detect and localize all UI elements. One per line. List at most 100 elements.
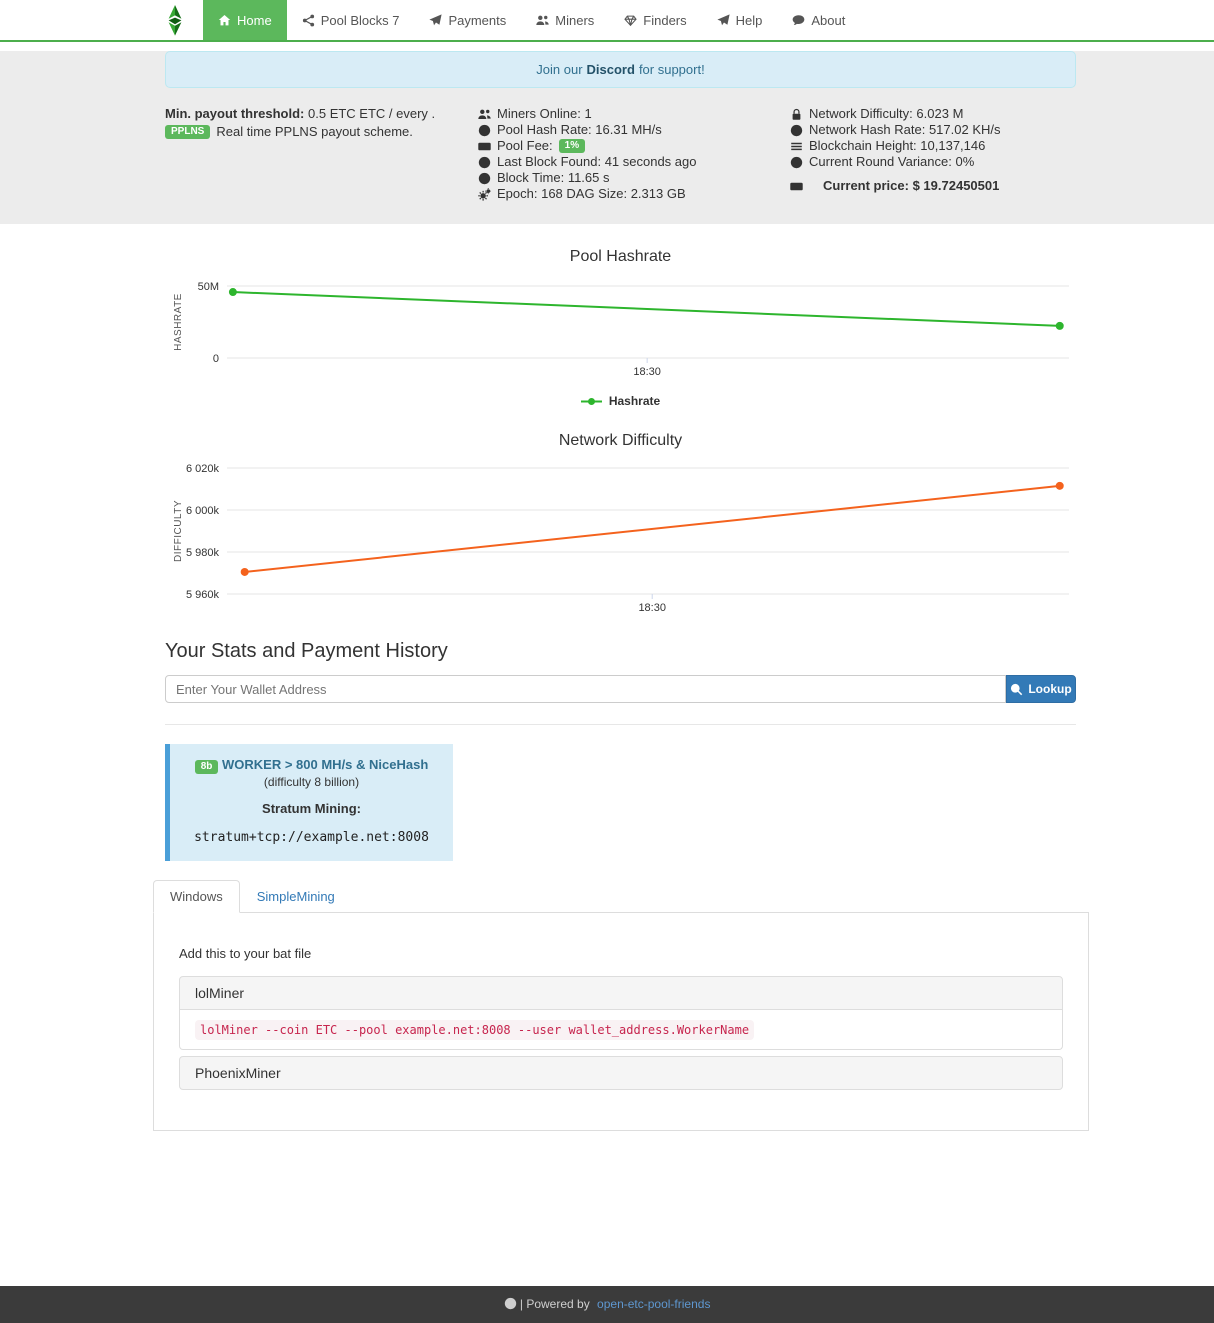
payments-icon (429, 14, 442, 27)
svg-text:18:30: 18:30 (633, 366, 661, 378)
svg-text:6 020k: 6 020k (186, 463, 220, 475)
network-difficulty-plot: 6 020k 6 000k 5 980k 5 960k 18:30 DIFFICULTY (165, 452, 1076, 624)
navbar: Home Pool Blocks 7 Payments Miners Finde… (0, 0, 1214, 42)
lolminer-command: lolMiner --coin ETC --pool example.net:8… (195, 1020, 754, 1040)
bat-file-intro: Add this to your bat file (179, 946, 1063, 961)
stat-round-variance: Current Round Variance: 0% (790, 154, 1076, 170)
tab-bar: Windows SimpleMining (153, 880, 1089, 913)
users-icon (478, 108, 491, 121)
nav-label: Pool Blocks 7 (321, 13, 400, 28)
nav-label: About (811, 13, 845, 28)
footer-text: | Powered by (520, 1297, 590, 1311)
banknote-icon (790, 180, 803, 193)
stats-section: Join our Discord for support! Min. payout … (0, 51, 1214, 224)
tab-windows[interactable]: Windows (153, 880, 240, 913)
payout-info-column: Min. payout threshold: 0.5 ETC ETC / eve… (165, 106, 478, 202)
stratum-section-label: Stratum Mining: (178, 801, 445, 816)
gauge-icon (478, 124, 491, 137)
stratum-url: stratum+tcp://example.net:8008 (178, 830, 445, 845)
accordion-header-lolminer[interactable]: lolMiner (179, 976, 1063, 1010)
svg-text:5 960k: 5 960k (186, 589, 220, 601)
stat-pool-fee: Pool Fee: 1% (478, 138, 790, 154)
hashrate-legend[interactable]: Hashrate (165, 394, 1076, 408)
miners-icon (536, 14, 549, 27)
banner-text: for support! (639, 62, 705, 77)
blocks-icon (302, 14, 315, 27)
stat-miners-online: Miners Online: 1 (478, 106, 790, 122)
network-stats-column: Network Difficulty: 6.023 M Network Hash… (790, 106, 1076, 202)
copyright-icon (504, 1297, 517, 1310)
bars-icon (790, 140, 803, 153)
cogs-icon (478, 188, 491, 201)
etc-logo-icon (165, 5, 185, 36)
stat-last-block: Last Block Found: 41 seconds ago (478, 154, 790, 170)
svg-text:5 980k: 5 980k (186, 547, 220, 559)
nav-label: Miners (555, 13, 594, 28)
nav-item-payments[interactable]: Payments (414, 0, 521, 40)
nav-item-finders[interactable]: Finders (609, 0, 701, 40)
scheme-text: Real time PPLNS payout scheme. (216, 124, 413, 140)
accordion-body-lolminer: lolMiner --coin ETC --pool example.net:8… (179, 1010, 1063, 1050)
stat-current-price: Current price: $ 19.72450501 (790, 178, 1076, 194)
chart-title: Network Difficulty (165, 432, 1076, 450)
nav-item-pool-blocks[interactable]: Pool Blocks 7 (287, 0, 415, 40)
home-icon (218, 14, 231, 27)
banner-text: Join our (536, 62, 582, 77)
search-icon (1010, 683, 1023, 696)
svg-text:50M: 50M (198, 281, 219, 293)
pool-stats-column: Miners Online: 1 Pool Hash Rate: 16.31 M… (478, 106, 790, 202)
stratum-title: WORKER > 800 MH/s & NiceHash (222, 757, 428, 772)
nav-item-miners[interactable]: Miners (521, 0, 609, 40)
svg-text:DIFFICULTY: DIFFICULTY (173, 500, 184, 562)
nav-label: Payments (448, 13, 506, 28)
threshold-value: 0.5 ETC ETC / every . (308, 106, 435, 121)
lock-icon (790, 108, 803, 121)
stat-blockchain-height: Blockchain Height: 10,137,146 (790, 138, 1076, 154)
miner-config-panel: Windows SimpleMining Add this to your ba… (153, 880, 1089, 1131)
nav-label: Finders (643, 13, 686, 28)
chart-title: Pool Hashrate (165, 248, 1076, 266)
tab-simplemining[interactable]: SimpleMining (240, 880, 352, 913)
about-icon (792, 14, 805, 27)
discord-banner: Join our Discord for support! (165, 51, 1076, 88)
banknote-icon (478, 140, 491, 153)
tab-content: Add this to your bat file lolMiner lolMi… (153, 913, 1089, 1131)
clock-icon (478, 172, 491, 185)
stratum-subtitle: (difficulty 8 billion) (178, 775, 445, 789)
stat-network-difficulty: Network Difficulty: 6.023 M (790, 106, 1076, 122)
stat-pool-hashrate: Pool Hash Rate: 16.31 MH/s (478, 122, 790, 138)
nav-item-home[interactable]: Home (203, 0, 287, 40)
nav-item-help[interactable]: Help (702, 0, 778, 40)
legend-label: Hashrate (609, 394, 660, 408)
finders-icon (624, 14, 637, 27)
clock-icon (478, 156, 491, 169)
main-content: Pool Hashrate 50M 0 18:30 HASHRATE Hashrate… (165, 248, 1076, 861)
clock-icon (790, 156, 803, 169)
help-icon (717, 14, 730, 27)
svg-text:6 000k: 6 000k (186, 505, 220, 517)
wallet-lookup: Lookup (165, 675, 1076, 703)
difficulty-badge: 8b (195, 760, 219, 774)
etc-logo[interactable] (165, 0, 185, 40)
pool-hashrate-plot: 50M 0 18:30 HASHRATE (165, 268, 1076, 390)
nav-label: Help (736, 13, 763, 28)
discord-link[interactable]: Discord (587, 62, 635, 77)
wallet-address-input[interactable] (165, 675, 1006, 703)
network-difficulty-chart: Network Difficulty 6 020k 6 000k 5 980k 5 9… (165, 432, 1076, 624)
footer-link[interactable]: open-etc-pool-friends (597, 1297, 710, 1311)
divider (165, 724, 1076, 725)
stat-block-time: Block Time: 11.65 s (478, 170, 790, 186)
stat-network-hashrate: Network Hash Rate: 517.02 KH/s (790, 122, 1076, 138)
svg-text:HASHRATE: HASHRATE (173, 293, 184, 351)
nav-item-about[interactable]: About (777, 0, 860, 40)
lookup-button[interactable]: Lookup (1006, 675, 1076, 703)
accordion-header-phoenixminer[interactable]: PhoenixMiner (179, 1056, 1063, 1090)
miner-accordion: lolMiner lolMiner --coin ETC --pool exam… (179, 976, 1063, 1090)
pool-hashrate-chart: Pool Hashrate 50M 0 18:30 HASHRATE Hashrate (165, 248, 1076, 408)
threshold-label: Min. payout threshold: (165, 106, 304, 121)
legend-marker-icon (581, 397, 603, 406)
pool-fee-badge: 1% (559, 139, 585, 153)
svg-text:0: 0 (213, 353, 219, 365)
stratum-info-box: 8b WORKER > 800 MH/s & NiceHash (difficu… (165, 744, 453, 861)
svg-text:18:30: 18:30 (638, 602, 666, 614)
